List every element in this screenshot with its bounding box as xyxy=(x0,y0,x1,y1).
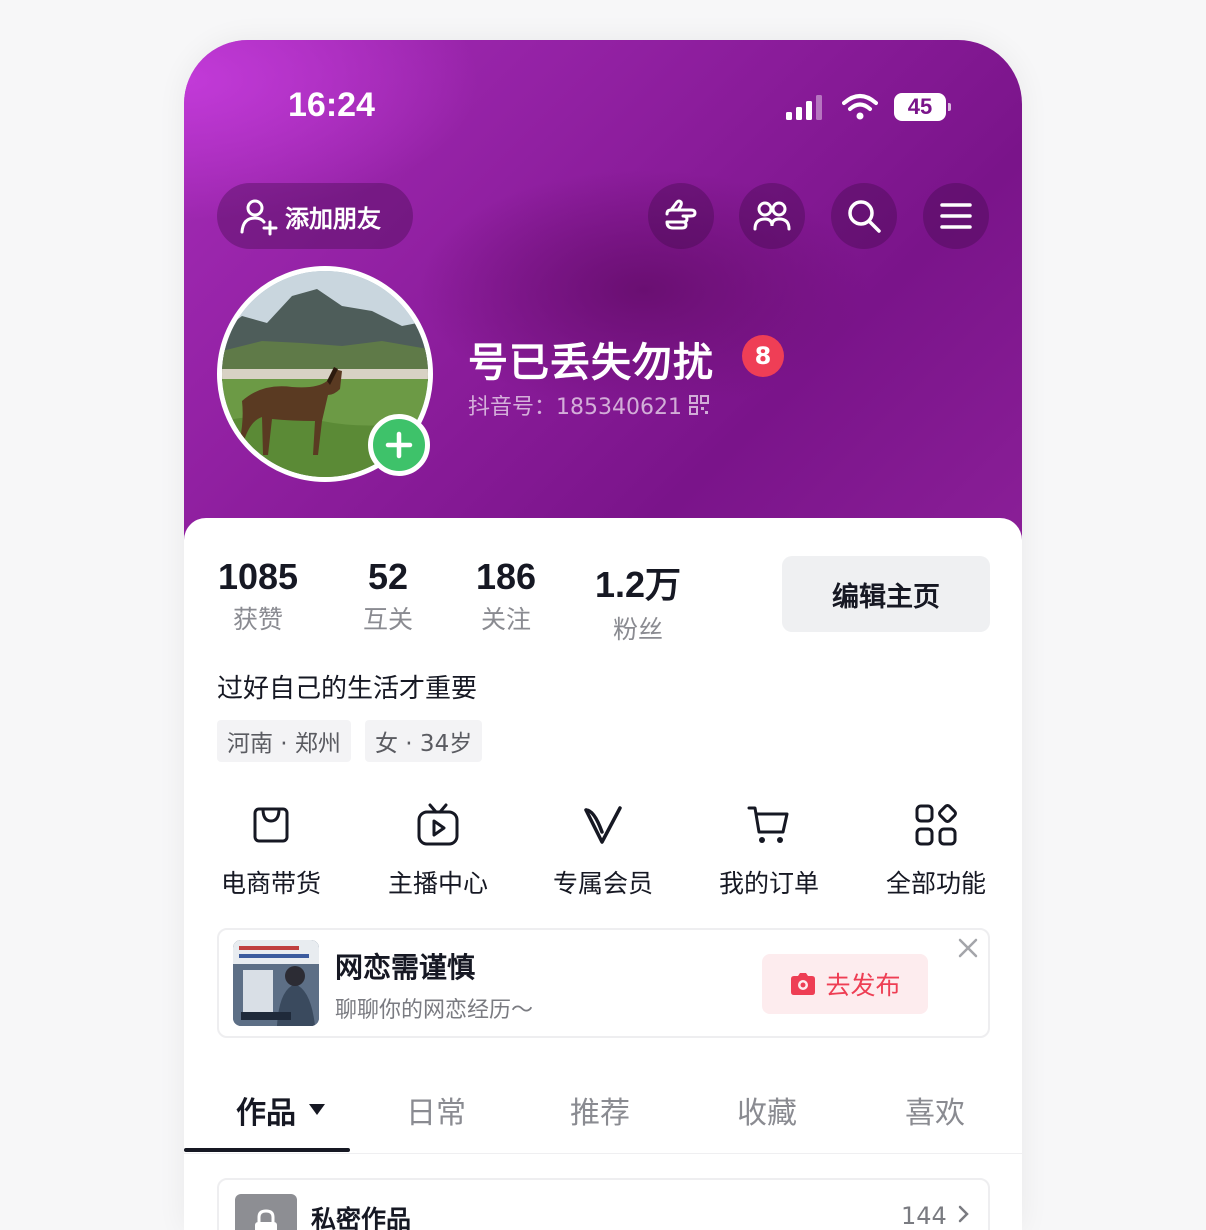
stat-followers-label: 粉丝 xyxy=(612,615,663,644)
status-time: 16:24 xyxy=(288,86,375,124)
function-streamer-center[interactable]: 主播中心 xyxy=(378,800,498,900)
notification-badge[interactable]: 8 xyxy=(742,335,784,377)
caret-down-icon xyxy=(309,1104,325,1115)
menu-icon xyxy=(940,203,972,229)
stat-mutual[interactable]: 52 互关 xyxy=(352,556,424,636)
add-friend-button[interactable]: 添加朋友 xyxy=(217,183,413,249)
profile-screen: 16:24 45 添加朋友 号已丢失勿扰 8 抖音号：185340621 108… xyxy=(184,40,1022,1230)
stat-mutual-label: 互关 xyxy=(362,605,413,634)
function-my-orders[interactable]: 我的订单 xyxy=(709,800,829,900)
promo-card[interactable]: 网恋需谨慎 聊聊你的网恋经历～ 去发布 xyxy=(217,928,990,1038)
chevron-right-icon xyxy=(958,1205,969,1223)
edit-profile-button[interactable]: 编辑主页 xyxy=(782,556,990,632)
private-works-thumbnail xyxy=(235,1194,297,1230)
private-works-row[interactable]: 私密作品 144 xyxy=(217,1178,990,1230)
cart-icon xyxy=(747,806,789,843)
add-avatar-plus-button[interactable] xyxy=(368,414,430,476)
close-promo-button[interactable] xyxy=(957,936,979,966)
menu-button[interactable] xyxy=(923,183,989,249)
function-my-orders-label: 我的订单 xyxy=(718,869,819,898)
add-user-icon xyxy=(240,199,278,236)
wifi-icon xyxy=(842,94,878,120)
qr-code-icon xyxy=(688,395,709,415)
profile-card: 1085 获赞 52 互关 186 关注 1.2万 粉丝 编辑主页 过好自己的生… xyxy=(184,518,1022,1230)
stat-likes[interactable]: 1085 获赞 xyxy=(216,556,300,636)
tv-play-icon xyxy=(417,803,459,846)
lock-icon xyxy=(255,1209,277,1230)
promo-thumbnail xyxy=(233,940,319,1026)
status-icons: 45 xyxy=(784,92,951,122)
tab-divider xyxy=(184,1153,1022,1154)
function-streamer-center-label: 主播中心 xyxy=(387,869,488,898)
search-icon xyxy=(848,200,881,233)
gender-age-tag: 女 · 34岁 xyxy=(365,720,483,762)
close-icon xyxy=(958,938,978,958)
stat-following-label: 关注 xyxy=(480,605,531,634)
plus-icon xyxy=(385,431,413,459)
camera-icon xyxy=(791,973,816,995)
stat-following[interactable]: 186 关注 xyxy=(468,556,544,636)
search-button[interactable] xyxy=(831,183,897,249)
profile-bio: 过好自己的生活才重要 xyxy=(217,674,478,704)
hand-point-button[interactable] xyxy=(648,183,714,249)
private-works-label: 私密作品 xyxy=(311,1205,412,1230)
function-ecommerce[interactable]: 电商带货 xyxy=(211,800,331,900)
grid-apps-icon xyxy=(915,804,957,846)
function-all-features[interactable]: 全部功能 xyxy=(876,800,996,900)
publish-button[interactable]: 去发布 xyxy=(762,954,928,1014)
stat-followers-value: 1.2万 xyxy=(594,564,682,605)
vip-v-icon xyxy=(584,806,622,844)
add-friend-label: 添加朋友 xyxy=(285,204,381,233)
publish-label: 去发布 xyxy=(825,971,901,1000)
function-all-features-label: 全部功能 xyxy=(885,869,986,898)
tab-favorites[interactable]: 收藏 xyxy=(737,1088,797,1132)
tab-recommend[interactable]: 推荐 xyxy=(570,1088,630,1132)
promo-video-thumbnail-image xyxy=(233,940,319,1026)
stat-likes-value: 1085 xyxy=(217,556,299,597)
private-works-count: 144 xyxy=(901,1202,971,1230)
function-vip-member-label: 专属会员 xyxy=(552,869,653,898)
stat-following-value: 186 xyxy=(475,556,537,597)
signal-icon xyxy=(786,95,822,120)
stat-followers[interactable]: 1.2万 粉丝 xyxy=(590,556,686,646)
stat-mutual-value: 52 xyxy=(367,556,409,597)
shopping-bag-icon xyxy=(253,807,289,843)
stat-likes-label: 获赞 xyxy=(232,605,283,634)
tab-daily[interactable]: 日常 xyxy=(406,1088,466,1132)
function-vip-member[interactable]: 专属会员 xyxy=(543,800,663,900)
promo-title: 网恋需谨慎 xyxy=(335,951,476,984)
function-ecommerce-label: 电商带货 xyxy=(220,869,321,898)
active-tab-indicator xyxy=(184,1148,350,1152)
promo-subtitle: 聊聊你的网恋经历～ xyxy=(335,998,534,1023)
location-tag: 河南 · 郑州 xyxy=(217,720,351,762)
tab-likes[interactable]: 喜欢 xyxy=(905,1088,965,1132)
profile-nickname: 号已丢失勿扰 xyxy=(468,340,714,386)
douyin-id-text: 抖音号：185340621 xyxy=(468,395,682,420)
tab-works-label: 作品 xyxy=(236,1096,296,1131)
friends-icon xyxy=(753,201,791,231)
tab-works[interactable]: 作品 xyxy=(236,1088,326,1132)
douyin-id[interactable]: 抖音号：185340621 xyxy=(468,389,710,421)
hand-point-icon xyxy=(665,199,697,230)
battery-indicator: 45 xyxy=(894,93,951,121)
friends-button[interactable] xyxy=(739,183,805,249)
private-works-count-value: 144 xyxy=(901,1202,947,1230)
